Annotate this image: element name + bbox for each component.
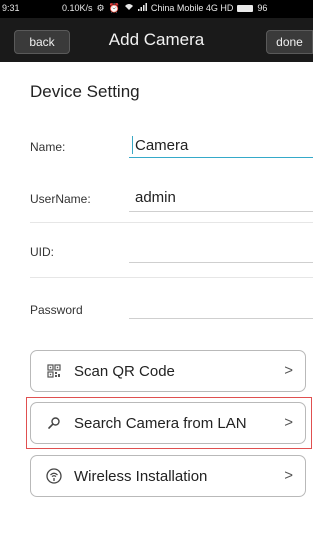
- status-right: 0.10K/s ⚙ ⏰ China Mobile 4G HD 96: [62, 3, 267, 13]
- chevron-right-icon: >: [284, 362, 293, 379]
- search-icon: [45, 414, 63, 432]
- battery-icon: [237, 4, 254, 12]
- divider: [30, 277, 313, 278]
- uid-label: UID:: [30, 245, 54, 259]
- carrier-name: China Mobile 4G HD: [150, 3, 234, 13]
- nav-bar: Add Camera back done: [0, 18, 313, 62]
- name-field[interactable]: [129, 134, 313, 156]
- back-button[interactable]: back: [14, 30, 70, 54]
- name-underline: [129, 157, 313, 158]
- chevron-right-icon: >: [284, 414, 293, 431]
- section-title: Device Setting: [30, 82, 140, 101]
- uid-row: UID:: [30, 233, 313, 278]
- wireless-installation-button[interactable]: Wireless Installation >: [30, 455, 306, 497]
- battery-level: 96: [257, 3, 268, 13]
- name-label: Name:: [30, 140, 66, 154]
- status-time: 9:31: [2, 3, 20, 13]
- uid-underline: [129, 262, 313, 263]
- alarm-status-icon: ⏰: [108, 2, 120, 13]
- search-camera-lan-label: Search Camera from LAN: [74, 415, 247, 432]
- username-row: UserName:: [30, 180, 313, 223]
- password-row: Password: [30, 291, 313, 331]
- username-underline: [129, 211, 313, 212]
- status-bar: 9:31 0.10K/s ⚙ ⏰ China Mobile 4G HD 96: [0, 0, 313, 18]
- done-button[interactable]: done: [266, 30, 313, 54]
- username-field[interactable]: [129, 186, 313, 208]
- scan-qr-code-button[interactable]: Scan QR Code >: [30, 350, 306, 392]
- wifi-status-icon: [124, 3, 134, 13]
- password-label: Password: [30, 303, 83, 317]
- uid-field[interactable]: [129, 239, 313, 261]
- wireless-icon: [45, 467, 63, 485]
- net-speed: 0.10K/s: [62, 3, 93, 13]
- divider: [30, 222, 313, 223]
- name-row: Name:: [30, 128, 313, 168]
- password-field[interactable]: [129, 297, 313, 319]
- settings-status-icon: ⚙: [96, 2, 105, 13]
- scan-qr-code-label: Scan QR Code: [74, 363, 175, 380]
- search-camera-lan-button[interactable]: Search Camera from LAN >: [30, 402, 306, 444]
- username-label: UserName:: [30, 192, 91, 206]
- text-cursor: [132, 136, 133, 154]
- wireless-installation-label: Wireless Installation: [74, 468, 208, 485]
- password-underline: [129, 318, 313, 319]
- signal-status-icon: [137, 3, 147, 13]
- qr-code-icon: [45, 362, 63, 380]
- chevron-right-icon: >: [284, 467, 293, 484]
